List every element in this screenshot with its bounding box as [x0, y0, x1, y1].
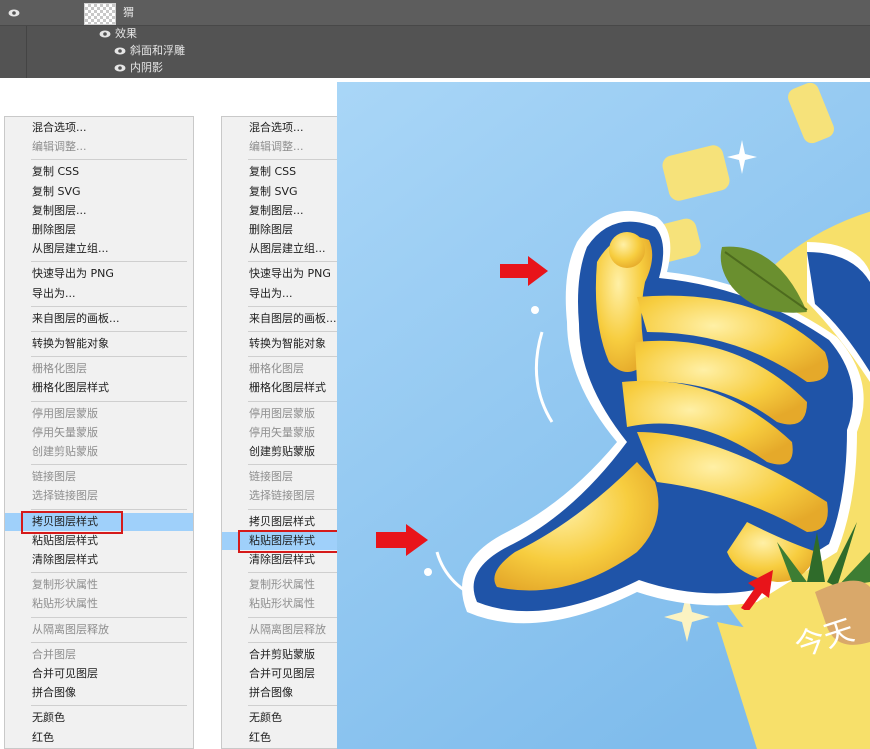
menu-item-37[interactable]: 拼合图像: [5, 684, 193, 702]
artwork-canvas: 今天: [337, 82, 870, 749]
menu-item-20[interactable]: 停用矢量蒙版: [5, 424, 193, 442]
menu-item-0[interactable]: 混合选项...: [5, 119, 193, 137]
effect-label-inner-shadow: 内阴影: [130, 61, 163, 75]
menu-item-31[interactable]: 粘贴形状属性: [5, 595, 193, 613]
menu-separator: [31, 306, 187, 307]
menu-separator: [31, 705, 187, 706]
annotation-arrow-right-icon: [500, 254, 550, 288]
menu-separator: [31, 356, 187, 357]
menu-item-23[interactable]: 链接图层: [5, 468, 193, 486]
menu-separator: [31, 159, 187, 160]
menu-item-19[interactable]: 停用图层蒙版: [5, 405, 193, 423]
annotation-arrow-diagonal-icon: [735, 566, 777, 610]
visibility-eye-icon[interactable]: [8, 9, 20, 17]
menu-item-33[interactable]: 从隔离图层释放: [5, 621, 193, 639]
effect-label-bevel: 斜面和浮雕: [130, 44, 185, 58]
menu-item-7[interactable]: 从图层建立组...: [5, 240, 193, 258]
annotation-highlight-box: [21, 511, 123, 534]
annotation-highlight-box: [238, 530, 340, 553]
context-menu-left: 混合选项...编辑调整... 复制 CSS 复制 SVG复制图层...删除图层从图层…: [4, 116, 194, 749]
sparkle-dot: [424, 568, 432, 576]
menu-separator: [31, 401, 187, 402]
menu-item-9[interactable]: 快速导出为 PNG: [5, 265, 193, 283]
menu-separator: [31, 331, 187, 332]
menu-separator: [31, 572, 187, 573]
menu-separator: [31, 464, 187, 465]
menu-item-12[interactable]: 来自图层的画板...: [5, 310, 193, 328]
menu-item-14[interactable]: 转换为智能对象: [5, 335, 193, 353]
menu-item-35[interactable]: 合并图层: [5, 646, 193, 664]
menu-item-17[interactable]: 栅格化图层样式: [5, 379, 193, 397]
bevel-eye-icon[interactable]: [114, 47, 126, 55]
inner-shadow-eye-icon[interactable]: [114, 64, 126, 72]
effects-label: 效果: [115, 27, 137, 41]
layer-thumbnail[interactable]: [84, 3, 116, 25]
menu-item-30[interactable]: 复制形状属性: [5, 576, 193, 594]
sparkle-dot: [531, 306, 539, 314]
annotation-arrow-right-icon: [376, 522, 430, 558]
menu-item-6[interactable]: 删除图层: [5, 221, 193, 239]
menu-item-4[interactable]: 复制 SVG: [5, 183, 193, 201]
menu-item-40[interactable]: 红色: [5, 729, 193, 747]
menu-item-24[interactable]: 选择链接图层: [5, 487, 193, 505]
menu-item-21[interactable]: 创建剪贴蒙版: [5, 443, 193, 461]
menu-item-1[interactable]: 编辑调整...: [5, 138, 193, 156]
menu-item-27[interactable]: 粘贴图层样式: [5, 532, 193, 550]
menu-item-5[interactable]: 复制图层...: [5, 202, 193, 220]
menu-separator: [31, 642, 187, 643]
layer-row[interactable]: 猬: [0, 0, 870, 26]
menu-item-28[interactable]: 清除图层样式: [5, 551, 193, 569]
layer-name[interactable]: 猬: [123, 6, 134, 20]
menu-item-16[interactable]: 栅格化图层: [5, 360, 193, 378]
menu-separator: [31, 509, 187, 510]
layers-panel: 猬 效果 斜面和浮雕 内阴影: [0, 0, 870, 78]
menu-item-39[interactable]: 无颜色: [5, 709, 193, 727]
effects-eye-icon[interactable]: [99, 30, 111, 38]
menu-item-10[interactable]: 导出为...: [5, 285, 193, 303]
menu-item-36[interactable]: 合并可见图层: [5, 665, 193, 683]
menu-separator: [31, 617, 187, 618]
menu-separator: [31, 261, 187, 262]
menu-item-3[interactable]: 复制 CSS: [5, 163, 193, 181]
